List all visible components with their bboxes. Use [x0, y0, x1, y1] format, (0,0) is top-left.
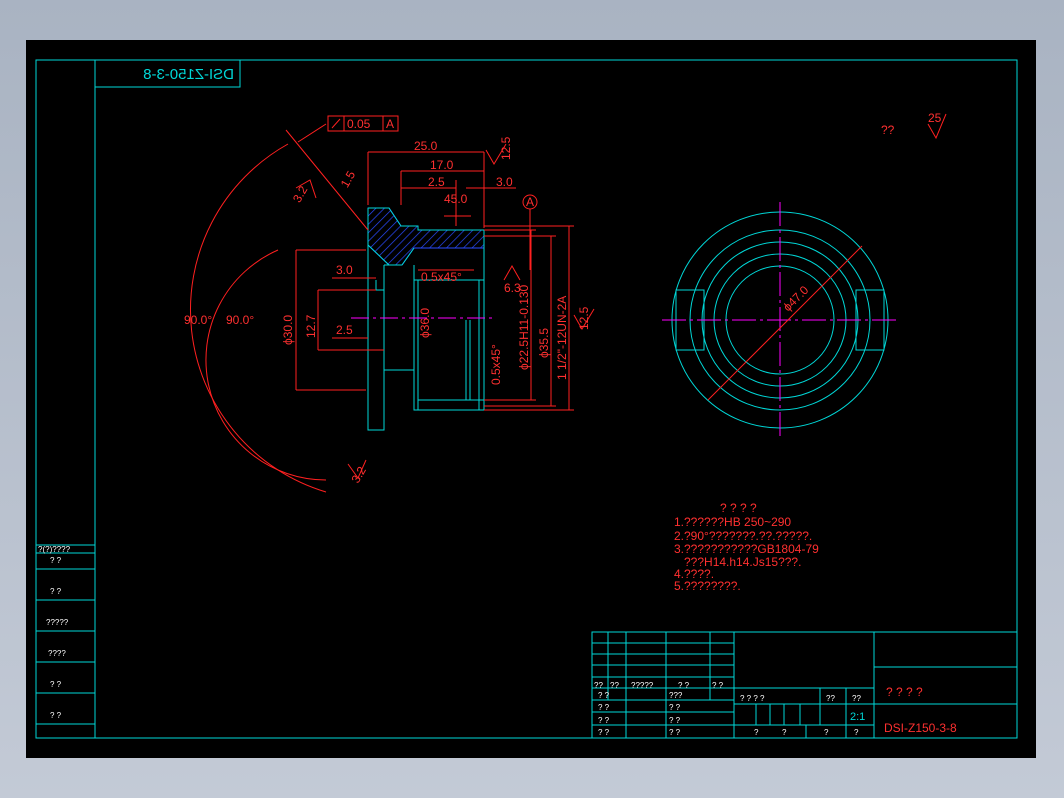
section-view: 25.0 17.0 2.5 3.0 45.0 1.5 0.05 A ϕ30.0 … — [184, 115, 595, 493]
mirrored-drawing-code: DSI-Z150-3-8 — [143, 66, 234, 83]
dim-3-0-left: 3.0 — [336, 263, 353, 277]
dim-25: 25.0 — [414, 139, 438, 153]
left-table-cell: ???? — [48, 649, 66, 658]
left-side-table: ?(?)???? ? ? ? ? ????? ???? ? ? ? ? — [36, 544, 95, 725]
tb-bottom-cell: ? — [782, 728, 787, 737]
tb-header-cell: ?? — [594, 681, 603, 690]
dim-angle-right: 90.0° — [226, 313, 254, 327]
tb-header-cell: ? ? — [712, 681, 724, 690]
tb-bottom-cell: ? — [824, 728, 829, 737]
left-table-cell: ????? — [46, 618, 69, 627]
left-table-cell: ?(?)???? — [38, 545, 71, 554]
drawing-viewport[interactable]: DSI-Z150-3-8 ?(?)???? ? ? ? ? ????? ????… — [26, 40, 1036, 758]
tb-bottom-cell: ? — [754, 728, 759, 737]
note-line: 3.???????????GB1804-79 — [674, 542, 819, 556]
dim-45: 45.0 — [444, 192, 468, 206]
tb-sign-cell: ? ? — [669, 703, 681, 712]
dim-2-5-top: 2.5 — [428, 175, 445, 189]
tb-header-cell: ????? — [631, 681, 654, 690]
dim-angle-left: 90.0° — [184, 313, 212, 327]
dim-1-5: 1.5 — [338, 168, 359, 190]
tb-sign-cell: ??? — [669, 691, 683, 700]
dim-phi47: ϕ47.0 — [780, 283, 811, 314]
phi47-leader — [707, 245, 863, 401]
tb-sign-cell: ? ? — [598, 728, 610, 737]
dim-3-0-top: 3.0 — [496, 175, 513, 189]
angle-arc-inner — [205, 249, 327, 481]
outer-frame — [35, 59, 1018, 739]
technical-notes: ? ? ? ? 1.??????HB 250~290 2.?90°???????… — [674, 501, 819, 593]
end-view: ϕ47.0 — [662, 202, 898, 438]
dim-2-5-left: 2.5 — [336, 323, 353, 337]
scale-value: 2:1 — [850, 711, 865, 723]
datum-a-label: A — [526, 195, 534, 209]
dim-17: 17.0 — [430, 158, 454, 172]
dim-phi35-5: ϕ35.5 — [537, 328, 551, 358]
tb-sign-cell: ? ? — [598, 691, 610, 700]
tolerance-datum: A — [386, 117, 394, 131]
tb-header-cell: ?? — [610, 681, 619, 690]
roughness-12-5-b: 12.5 — [577, 306, 591, 330]
tb-sign-cell: ? ? — [669, 716, 681, 725]
dim-phi30: ϕ30.0 — [281, 315, 295, 345]
note-line: 5.????????. — [674, 579, 741, 593]
roughness-note-value: 25 — [928, 111, 942, 125]
roughness-12-5-a: 12.5 — [499, 136, 513, 160]
tb-stage-cell: ? ? ? ? — [740, 694, 765, 703]
dim-chamfer2: 0.5x45° — [489, 344, 503, 385]
cad-drawing: DSI-Z150-3-8 ?(?)???? ? ? ? ? ????? ????… — [35, 59, 1018, 739]
tb-stage-cell: ?? — [852, 694, 861, 703]
dim-12-7: 12.7 — [304, 314, 318, 338]
hatched-section — [367, 207, 485, 266]
title-block: ?? ?? ????? ? ? ? ? ? ? ??? ? ? ? ? ? ? … — [591, 631, 1018, 739]
note-line: 1.??????HB 250~290 — [674, 515, 791, 529]
tolerance-value: 0.05 — [347, 117, 371, 131]
tb-bottom-cell: ? — [854, 728, 859, 737]
tb-stage-cell: ?? — [826, 694, 835, 703]
left-table-cell: ? ? — [50, 711, 62, 720]
tb-sign-cell: ? ? — [669, 728, 681, 737]
inner-frame — [94, 59, 1018, 739]
roughness-6-3: 6.3 — [504, 281, 521, 295]
tb-sign-cell: ? ? — [598, 703, 610, 712]
dim-bore: ϕ22.5H11-0.130 — [517, 284, 531, 370]
roughness-3-2-b: 3.2 — [348, 464, 369, 486]
dim-phi36: ϕ36.0 — [418, 308, 432, 338]
dim-chamfer1: 0.5x45° — [421, 270, 462, 284]
drawing-code: DSI-Z150-3-8 — [884, 721, 957, 735]
left-table-cell: ? ? — [50, 556, 62, 565]
note-line: 2.?90°???????.??.?????. — [674, 529, 812, 543]
tb-header-cell: ? ? — [678, 681, 690, 690]
tb-sign-cell: ? ? — [598, 716, 610, 725]
left-table-cell: ? ? — [50, 680, 62, 689]
roughness-note: ?? — [881, 123, 895, 137]
left-table-cell: ? ? — [50, 587, 62, 596]
roughness-3-2-a: 3.2 — [290, 183, 311, 205]
notes-heading: ? ? ? ? — [720, 501, 757, 515]
drawing-title: ? ? ? ? — [886, 685, 923, 699]
dim-thread: 1 1/2"-12UN-2A — [555, 296, 569, 380]
